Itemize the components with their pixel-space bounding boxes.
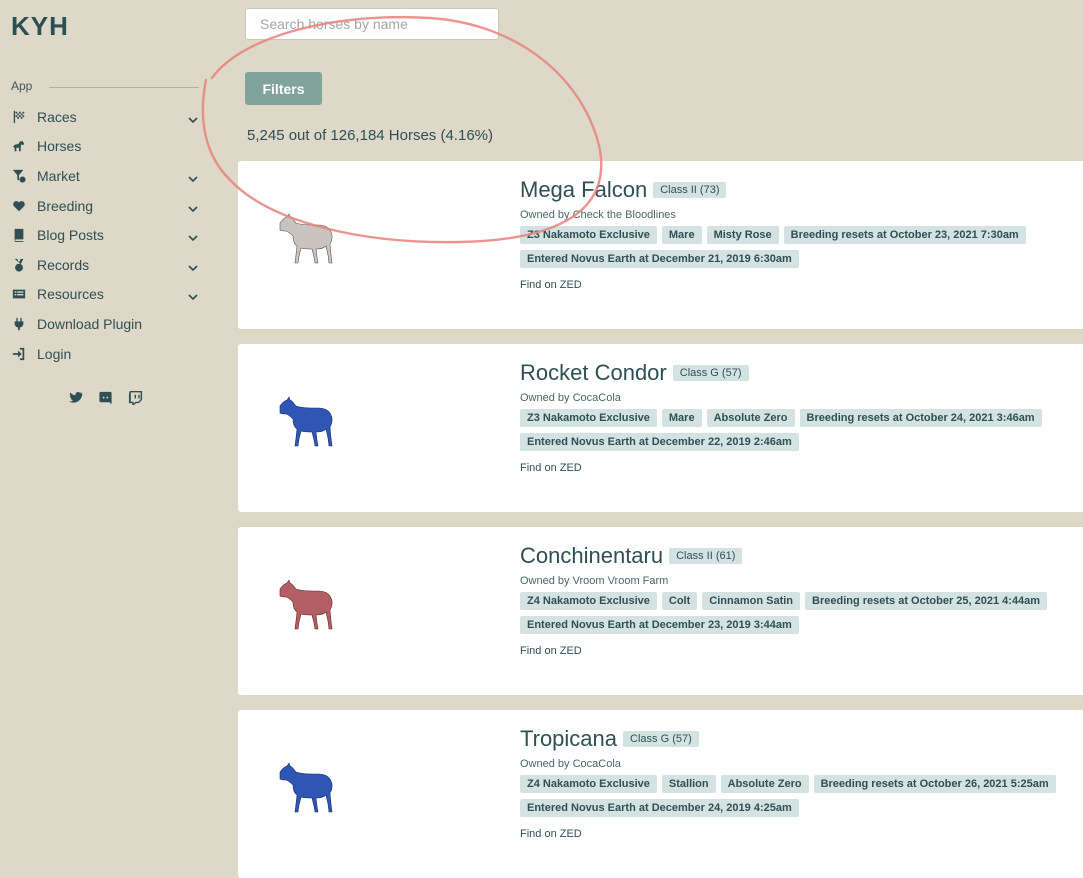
plug-icon — [11, 316, 27, 332]
tag: Entered Novus Earth at December 22, 2019… — [520, 433, 799, 451]
horse-owner: Owned by Vroom Vroom Farm — [520, 575, 669, 587]
filter-dollar-icon — [11, 168, 27, 184]
logo[interactable]: KYH — [11, 11, 69, 42]
horse-owner: Owned by Check the Bloodlines — [520, 209, 676, 221]
horse-info: Rocket Condor Class G (57) Owned by Coca… — [520, 360, 1080, 476]
class-badge: Class G (57) — [672, 365, 749, 381]
tag: Mare — [661, 226, 702, 244]
tag: Z3 Nakamoto Exclusive — [520, 226, 657, 244]
sidebar-item-resources[interactable]: Resources — [11, 280, 201, 310]
horse-name[interactable]: Tropicana — [520, 726, 617, 752]
find-on-zed-link[interactable]: Find on ZED — [520, 828, 582, 840]
sidebar-item-label: Breeding — [37, 197, 94, 214]
tag: Absolute Zero — [720, 775, 809, 793]
twitch-icon[interactable] — [128, 390, 144, 406]
find-on-zed-link[interactable]: Find on ZED — [520, 279, 582, 291]
sidebar-item-label: Blog Posts — [37, 227, 104, 244]
horse-image — [279, 579, 333, 630]
list-icon — [11, 286, 27, 302]
login-icon — [11, 346, 27, 362]
sidebar-item-download-plugin[interactable]: Download Plugin — [11, 309, 201, 339]
tag: Cinnamon Satin — [702, 592, 801, 610]
find-on-zed-link[interactable]: Find on ZED — [520, 462, 582, 474]
tag: Absolute Zero — [706, 409, 795, 427]
horse-name[interactable]: Conchinentaru — [520, 543, 663, 569]
filters-button[interactable]: Filters — [245, 72, 322, 105]
horse-tags: Z4 Nakamoto Exclusive Colt Cinnamon Sati… — [520, 592, 1080, 640]
chevron-down-icon — [188, 230, 198, 242]
chevron-down-icon — [188, 289, 198, 301]
tag: Breeding resets at October 23, 2021 7:30… — [783, 226, 1026, 244]
sidebar-item-market[interactable]: Market — [11, 161, 201, 191]
tag: Stallion — [661, 775, 716, 793]
horse-owner: Owned by CocaCola — [520, 758, 621, 770]
class-badge: Class II (61) — [669, 548, 743, 564]
sidebar-item-label: Horses — [37, 138, 82, 155]
social-links — [68, 390, 144, 406]
horse-owner: Owned by CocaCola — [520, 392, 621, 404]
tag: Misty Rose — [706, 226, 779, 244]
sidebar-item-breeding[interactable]: Breeding — [11, 191, 201, 221]
sidebar-item-races[interactable]: Races — [11, 102, 201, 132]
sidebar-item-label: Resources — [37, 286, 104, 303]
sidebar-item-label: Download Plugin — [37, 315, 143, 332]
heart-icon — [11, 198, 27, 214]
horse-card[interactable]: Tropicana Class G (57) Owned by CocaCola… — [238, 710, 1083, 878]
horse-tags: Z3 Nakamoto Exclusive Mare Misty Rose Br… — [520, 226, 1080, 274]
horse-card[interactable]: Conchinentaru Class II (61) Owned by Vro… — [238, 527, 1083, 695]
horse-image — [279, 762, 333, 813]
tag: Z3 Nakamoto Exclusive — [520, 409, 657, 427]
find-on-zed-link[interactable]: Find on ZED — [520, 645, 582, 657]
sidebar-item-horses[interactable]: Horses — [11, 132, 201, 162]
horse-image — [279, 213, 333, 264]
tag: Colt — [661, 592, 698, 610]
horse-card[interactable]: Rocket Condor Class G (57) Owned by Coca… — [238, 344, 1083, 512]
checkered-flag-icon — [11, 109, 27, 125]
tag: Breeding resets at October 24, 2021 3:46… — [799, 409, 1042, 427]
twitter-icon[interactable] — [68, 390, 84, 406]
horse-tags: Z3 Nakamoto Exclusive Mare Absolute Zero… — [520, 409, 1080, 457]
sidebar-item-login[interactable]: Login — [11, 339, 201, 369]
tag: Z4 Nakamoto Exclusive — [520, 592, 657, 610]
tag: Entered Novus Earth at December 23, 2019… — [520, 616, 799, 634]
sidebar-item-label: Login — [37, 345, 72, 362]
discord-icon[interactable] — [98, 390, 114, 406]
horse-tags: Z4 Nakamoto Exclusive Stallion Absolute … — [520, 775, 1080, 823]
chevron-down-icon — [188, 201, 198, 212]
sidebar-section-label: App — [11, 79, 33, 93]
tag: Mare — [661, 409, 702, 427]
horse-card[interactable]: Mega Falcon Class II (73) Owned by Check… — [238, 161, 1083, 329]
horse-icon — [11, 138, 27, 154]
chevron-down-icon — [188, 171, 198, 183]
medal-icon — [11, 257, 27, 273]
tag: Breeding resets at October 25, 2021 4:44… — [805, 592, 1048, 610]
horse-name[interactable]: Mega Falcon — [520, 177, 647, 203]
sidebar-item-blog-posts[interactable]: Blog Posts — [11, 220, 201, 250]
class-badge: Class G (57) — [623, 731, 699, 747]
sidebar-item-label: Market — [37, 167, 80, 184]
tag: Entered Novus Earth at December 24, 2019… — [520, 799, 799, 817]
tag: Entered Novus Earth at December 21, 2019… — [520, 250, 799, 268]
class-badge: Class II (73) — [653, 182, 727, 198]
sidebar-item-records[interactable]: Records — [11, 250, 201, 280]
chevron-down-icon — [188, 260, 198, 271]
search-input[interactable] — [245, 8, 499, 40]
sidebar-item-label: Races — [37, 108, 77, 125]
sidebar-item-label: Records — [37, 256, 90, 273]
tag: Breeding resets at October 26, 2021 5:25… — [813, 775, 1056, 793]
divider — [49, 87, 199, 88]
book-icon — [11, 227, 27, 243]
horse-info: Conchinentaru Class II (61) Owned by Vro… — [520, 543, 1080, 659]
horse-image — [279, 396, 333, 447]
sidebar-nav: Races Horses Market Breeding Blog Posts … — [11, 102, 201, 368]
horse-name[interactable]: Rocket Condor — [520, 360, 667, 386]
chevron-down-icon — [188, 112, 198, 123]
horse-info: Mega Falcon Class II (73) Owned by Check… — [520, 177, 1080, 293]
horse-info: Tropicana Class G (57) Owned by CocaCola… — [520, 726, 1080, 842]
result-count: 5,245 out of 126,184 Horses (4.16%) — [247, 127, 493, 144]
tag: Z4 Nakamoto Exclusive — [520, 775, 657, 793]
